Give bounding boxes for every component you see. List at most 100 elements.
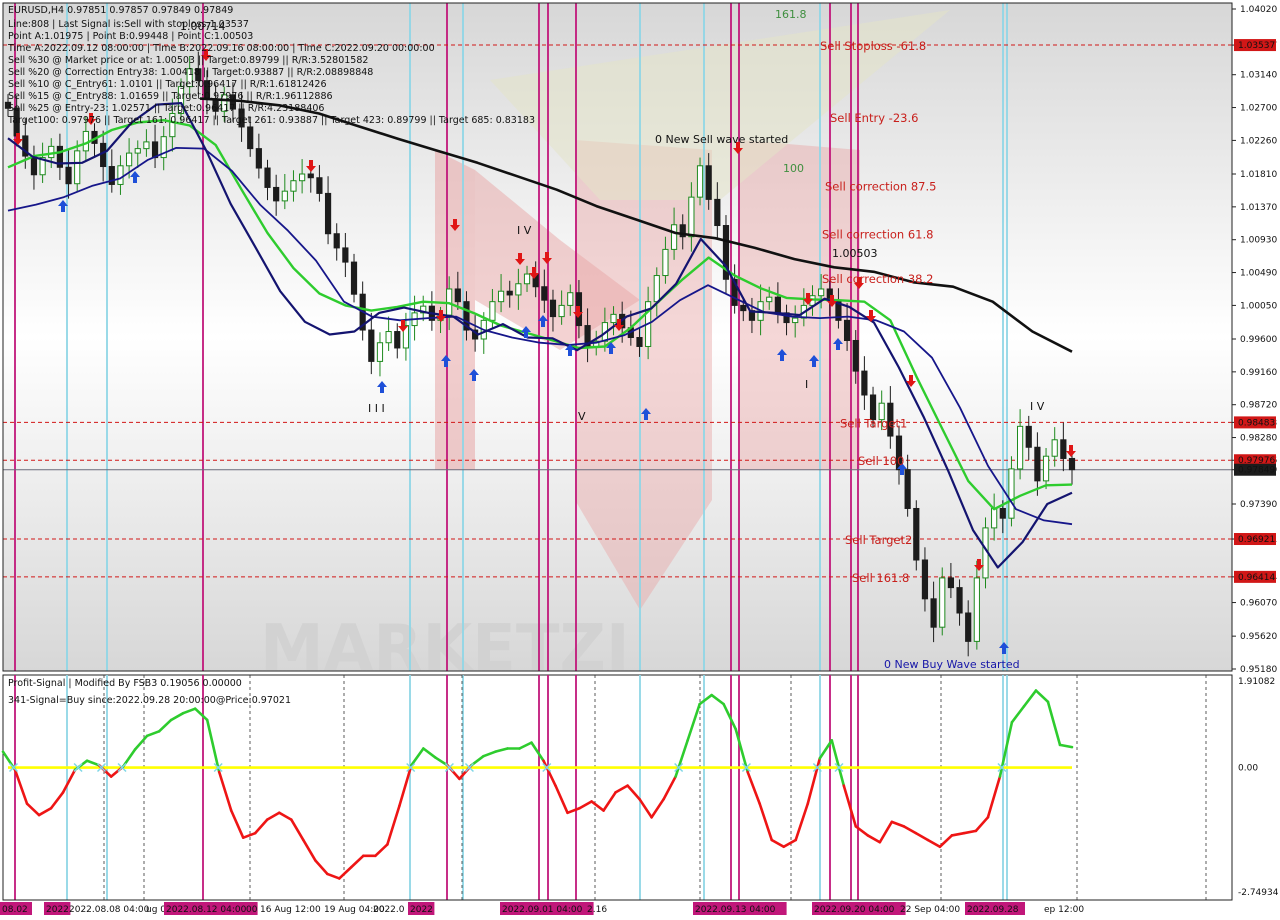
time-axis[interactable]: 08.02 2022 2022.08.08 04:00ug 0 2022.08.12 … — [0, 902, 1084, 915]
wave-label: I I I — [368, 402, 385, 415]
candle-body — [454, 288, 461, 303]
price-tick-label: 1.01810 — [1240, 170, 1277, 180]
time-tick-label: 2022.09.28 — [967, 905, 1019, 915]
info-line: Sell %25 @ Entry-23: 1.02571 || Target:0… — [8, 103, 324, 114]
time-tick-label: 00 — [246, 905, 258, 915]
time-tick-label: 22 Sep 04:00 — [900, 905, 960, 915]
candle-body — [670, 224, 678, 250]
annotation-label: 1.00503 — [832, 247, 878, 260]
candle-body — [506, 290, 513, 296]
price-tag-label: 0.98483 — [1238, 418, 1275, 428]
candle-body — [523, 273, 531, 285]
level-label: Sell correction 38.2 — [822, 272, 933, 286]
candle-body — [1016, 425, 1024, 470]
candle-body — [774, 296, 781, 314]
symbol-line: EURUSD,H4 0.97851 0.97857 0.97849 0.9784… — [8, 5, 233, 16]
candle-body — [1060, 439, 1067, 459]
time-tick-label: 2022.08.08 04:00 — [69, 905, 150, 915]
candle-body — [290, 180, 297, 192]
info-line: Sell %20 @ Correction Entry38: 1.00418 |… — [8, 67, 373, 78]
candle-body — [1068, 457, 1076, 471]
candle-body — [126, 152, 133, 167]
candle-body — [567, 292, 574, 306]
level-label: Sell Entry -23.6 — [830, 111, 918, 125]
candle-body — [385, 331, 392, 344]
price-tick-label: 1.00490 — [1240, 269, 1277, 279]
candle-body — [610, 313, 617, 324]
candle-body — [273, 186, 280, 202]
wave-label: I — [805, 378, 808, 391]
oscillator-panel — [2, 674, 1233, 901]
candle-body — [134, 148, 141, 154]
price-tag-label: 1.03537 — [1238, 41, 1275, 51]
candle-body — [1034, 446, 1041, 482]
price-tick-label: 0.98720 — [1240, 401, 1277, 411]
price-tick-label: 0.96070 — [1240, 599, 1277, 609]
info-line: Line:808 | Last Signal is:Sell with stop… — [8, 19, 249, 30]
candle-body — [333, 233, 340, 249]
annotation-label: 100 — [783, 162, 804, 175]
oscillator-axis[interactable]: 1.91082 0.00 -2.74934 — [1238, 677, 1279, 898]
info-line: Time A:2022.09.12 08:00:00 | Time B:2022… — [7, 43, 435, 54]
candle-body — [1008, 468, 1015, 519]
wave-label: I V — [517, 224, 532, 237]
candle-body — [705, 165, 712, 200]
price-tick-label: 0.95620 — [1240, 632, 1277, 642]
time-tick-label: 2022 — [46, 905, 69, 915]
annotation-label: 0 New Sell wave started — [655, 133, 788, 146]
level-label: Sell correction 87.5 — [825, 179, 936, 193]
candle-body — [792, 317, 799, 324]
candle-body — [117, 165, 124, 185]
time-tick-label: 2022.09.13 04:00 — [695, 905, 776, 915]
trading-chart: MARKETZI Sell Stoploss -61.8Sell Entry -… — [0, 2, 1279, 915]
candle-body — [939, 577, 946, 628]
time-tick-label: 2022.0 — [373, 905, 405, 915]
time-tick-label: 08.02 — [2, 905, 28, 915]
candle-body — [991, 507, 998, 529]
candle-body — [1042, 455, 1050, 482]
candle-body — [653, 275, 660, 303]
candle-body — [843, 319, 851, 341]
candle-body — [316, 177, 323, 194]
price-tick-label: 0.95180 — [1240, 665, 1277, 675]
candle-body — [861, 370, 868, 396]
candle-body — [1025, 425, 1032, 448]
price-tick-label: 1.04020 — [1240, 5, 1277, 15]
candle-body — [549, 299, 557, 318]
info-line: Sell %10 @ C_Entry61: 1.0101 || Target:0… — [8, 79, 327, 90]
wave-label: V — [578, 410, 586, 423]
candle-body — [696, 165, 704, 198]
price-tick-label: 1.01370 — [1240, 203, 1277, 213]
oscillator-tick-label: -2.74934 — [1238, 888, 1279, 898]
candle-body — [497, 290, 505, 303]
candle-body — [489, 301, 496, 321]
candle-body — [299, 173, 306, 182]
candle-body — [973, 577, 980, 642]
candle-body — [376, 342, 384, 362]
level-label: Sell Stoploss -61.8 — [820, 39, 926, 53]
time-tick-label: 2022.09.01 04:00 — [502, 905, 583, 915]
price-tick-label: 0.98280 — [1240, 434, 1277, 444]
oscillator-tick-label: 0.00 — [1238, 764, 1258, 774]
candle-body — [255, 148, 262, 169]
time-tick-label: 2022 — [410, 905, 433, 915]
candle-body — [999, 507, 1006, 519]
candle-body — [947, 577, 954, 589]
candle-body — [342, 247, 349, 263]
candle-body — [956, 587, 963, 614]
info-line: Sell %30 @ Market price or at: 1.00503 |… — [8, 55, 368, 66]
level-label: Sell Target1 — [840, 416, 907, 430]
candle-body — [368, 329, 375, 362]
candle-body — [852, 339, 859, 372]
candle-body — [913, 507, 920, 561]
level-label: Sell Target2 — [845, 533, 912, 547]
info-line: Sell %15 @ C_Entry88: 1.01659 || Target:… — [8, 91, 333, 102]
oscillator-signal: 341-Signal=Buy since:2022.09.28 20:00:00… — [8, 695, 291, 706]
time-tick-label: 16 Aug 12:00 — [260, 905, 321, 915]
price-tick-label: 0.99160 — [1240, 368, 1277, 378]
level-label: Sell correction 61.8 — [822, 228, 933, 242]
candle-body — [965, 612, 972, 642]
candle-body — [541, 286, 548, 301]
candle-body — [30, 155, 38, 176]
candle-body — [818, 288, 825, 297]
